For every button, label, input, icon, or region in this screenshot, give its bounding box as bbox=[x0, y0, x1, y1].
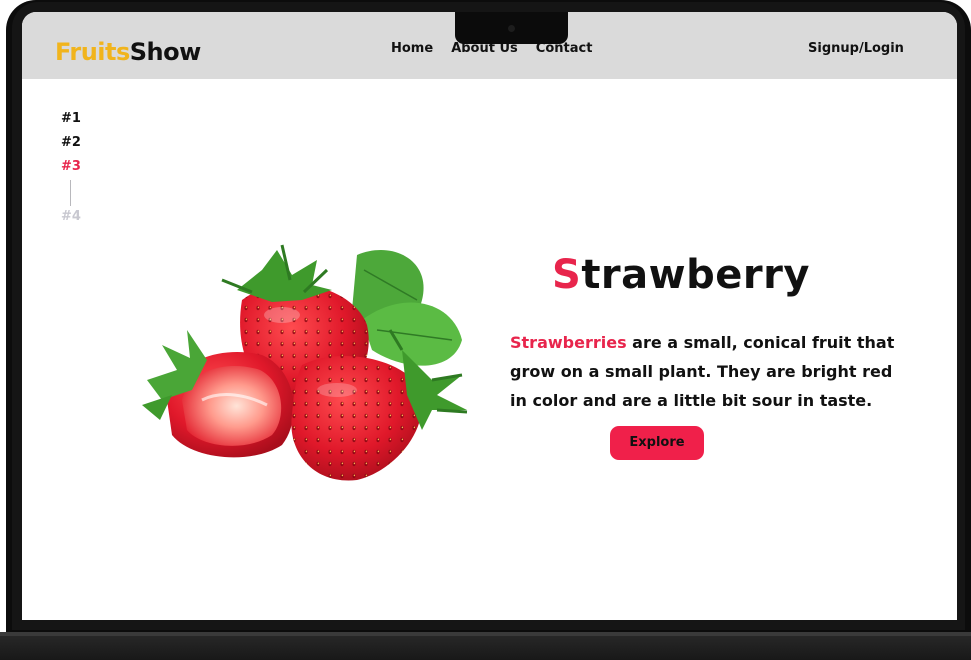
laptop-base bbox=[0, 632, 971, 660]
strawberries-image bbox=[142, 244, 468, 481]
slide-indicators: #1 #2 #3 #4 bbox=[61, 111, 81, 233]
logo-part-fruits: Fruits bbox=[55, 38, 130, 66]
screen: FruitsShow Home About Us Contact Signup/… bbox=[22, 12, 957, 620]
hero-title: Strawberry bbox=[552, 252, 810, 298]
slide-indicator-4[interactable]: #4 bbox=[61, 209, 81, 233]
camera-notch bbox=[455, 12, 568, 44]
laptop-base-lip bbox=[0, 632, 971, 636]
nav-home[interactable]: Home bbox=[391, 41, 433, 56]
indicator-divider bbox=[70, 180, 71, 206]
slide-indicator-2[interactable]: #2 bbox=[61, 135, 81, 159]
explore-button[interactable]: Explore bbox=[610, 426, 704, 460]
logo[interactable]: FruitsShow bbox=[55, 38, 201, 66]
camera-icon bbox=[508, 25, 515, 32]
title-first-letter: S bbox=[552, 252, 582, 298]
description-highlight: Strawberries bbox=[510, 333, 627, 352]
hero-description: Strawberries are a small, conical fruit … bbox=[510, 328, 900, 415]
slide-indicator-1[interactable]: #1 bbox=[61, 111, 81, 135]
logo-part-show: Show bbox=[129, 38, 202, 66]
signup-login-link[interactable]: Signup/Login bbox=[808, 41, 904, 56]
title-rest: trawberry bbox=[581, 252, 810, 298]
